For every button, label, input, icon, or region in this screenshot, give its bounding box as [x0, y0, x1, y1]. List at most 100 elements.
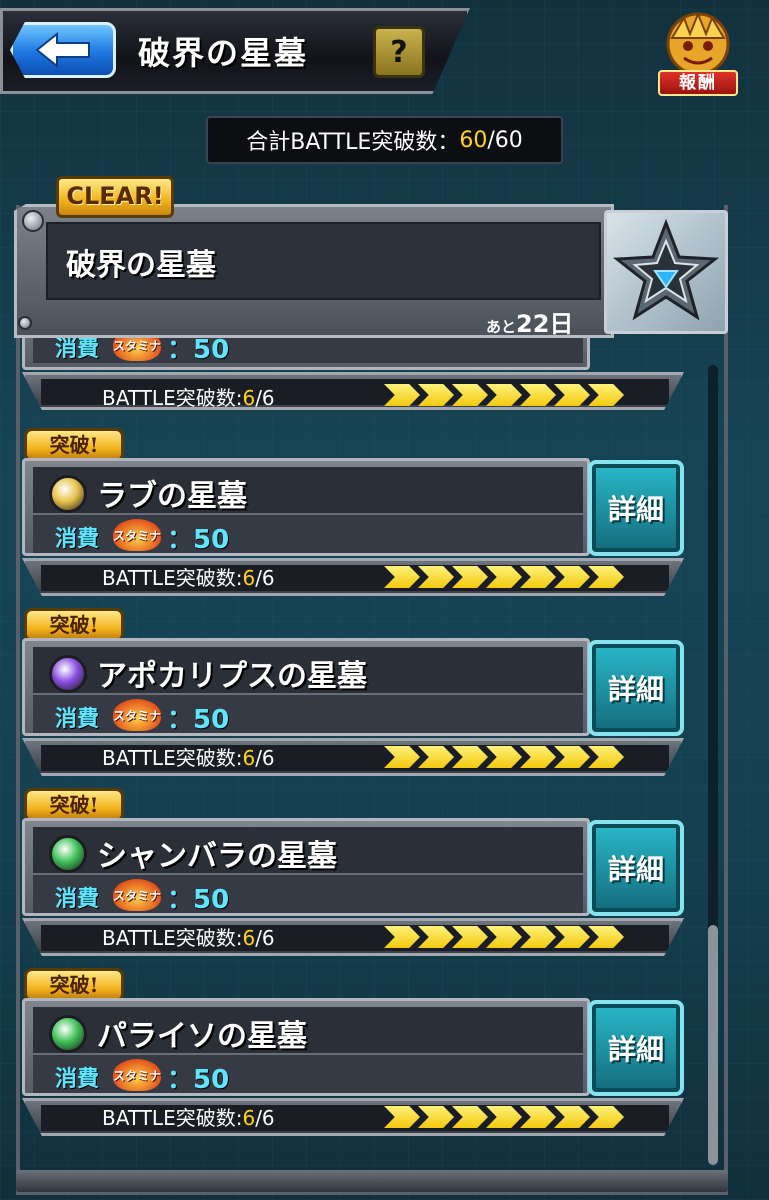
progress-chevron — [384, 384, 420, 406]
progress-total: /6 — [255, 386, 275, 410]
cost-value: ：50 — [167, 885, 230, 915]
back-button[interactable] — [10, 22, 116, 78]
stage-card[interactable]: アポカリプスの星墓 消費 スタミナ ：50 詳細 BATTLE突破数:6/6 — [22, 638, 684, 776]
days-value: 22日 — [516, 310, 574, 338]
progress-chevron — [554, 384, 590, 406]
partial-stage-card[interactable]: 消費 スタミナ ：50 BATTLE突破数:6/6 — [22, 290, 684, 411]
cost-value: ：50 — [167, 525, 230, 555]
progress-chevron — [418, 566, 454, 588]
stage-card-body: パライソの星墓 消費 スタミナ ：50 — [22, 998, 590, 1096]
progress-total: /6 — [255, 926, 275, 950]
progress-chevrons — [384, 566, 634, 588]
progress-chevron — [452, 926, 488, 948]
days-prefix: あと — [486, 318, 517, 336]
days-remaining: あと22日 — [486, 304, 573, 339]
progress-chevron — [588, 1106, 624, 1128]
progress-chevron — [588, 384, 624, 406]
progress-prefix: BATTLE突破数: — [102, 746, 243, 770]
reward-label: 報酬 — [658, 70, 738, 96]
light-element-icon — [49, 475, 87, 513]
progress-chevron — [384, 1106, 420, 1128]
progress-chevron — [486, 746, 522, 768]
progress-chevron — [588, 926, 624, 948]
panel-bottom-rail — [16, 1170, 728, 1192]
progress-chevrons — [384, 926, 634, 948]
progress-chevron — [418, 1106, 454, 1128]
progress-chevron — [452, 746, 488, 768]
reward-button[interactable]: 報酬 — [650, 8, 746, 100]
header: 破界の星墓 ? 報酬 — [0, 0, 769, 100]
detail-button[interactable]: 詳細 — [588, 460, 684, 556]
progress-current: 6 — [242, 1106, 256, 1130]
progress-text: BATTLE突破数:6/6 — [102, 1102, 275, 1131]
stage-card[interactable]: ラブの星墓 消費 スタミナ ：50 詳細 BATTLE突破数:6/6 — [22, 458, 684, 596]
progress-prefix: BATTLE突破数: — [102, 1106, 243, 1130]
stamina-icon: スタミナ — [113, 1059, 161, 1091]
chevron-track — [384, 1106, 634, 1128]
breakthrough-badge: 突破! — [24, 788, 124, 822]
progress-chevron — [452, 566, 488, 588]
stage-card-body: シャンバラの星墓 消費 スタミナ ：50 — [22, 818, 590, 916]
detail-button[interactable]: 詳細 — [588, 820, 684, 916]
stamina-icon: スタミナ — [113, 519, 161, 551]
progress-chevron — [384, 566, 420, 588]
stage-card-body: ラブの星墓 消費 スタミナ ：50 — [22, 458, 590, 556]
progress-prefix: BATTLE突破数: — [102, 926, 243, 950]
cost-value: ：50 — [167, 1065, 230, 1095]
breakthrough-badge: 突破! — [24, 608, 124, 642]
progress-chevron — [418, 926, 454, 948]
scrollbar[interactable] — [708, 365, 718, 1165]
progress-text: BATTLE突破数:6/6 — [102, 742, 275, 771]
clear-badge: CLEAR! — [56, 176, 174, 218]
progress-chevron — [520, 384, 556, 406]
progress-total: /6 — [255, 566, 275, 590]
cost-label: 消費 — [55, 1067, 100, 1092]
back-arrow-icon — [35, 32, 90, 68]
stage-card[interactable]: パライソの星墓 消費 スタミナ ：50 詳細 BATTLE突破数:6/6 — [22, 998, 684, 1136]
progress-chevron — [384, 926, 420, 948]
total-breakthrough-count: 合計BATTLE突破数： 60 / 60 — [206, 116, 563, 164]
progress-chevron — [452, 384, 488, 406]
chevron-track — [384, 746, 634, 768]
chevron-track — [384, 384, 634, 406]
progress-chevron — [384, 746, 420, 768]
detail-button[interactable]: 詳細 — [588, 1000, 684, 1096]
progress-text: BATTLE突破数:6/6 — [102, 922, 275, 951]
detail-button[interactable]: 詳細 — [588, 640, 684, 736]
progress-prefix: BATTLE突破数: — [102, 566, 243, 590]
progress-chevron — [418, 746, 454, 768]
cost-label: 消費 — [55, 707, 100, 732]
progress-chevron — [486, 566, 522, 588]
wood-element-icon — [49, 1015, 87, 1053]
wood-element-icon — [49, 835, 87, 873]
help-button[interactable]: ? — [373, 26, 425, 78]
progress-chevron — [520, 746, 556, 768]
scroll-thumb[interactable] — [708, 925, 718, 1165]
breakthrough-badge: 突破! — [24, 428, 124, 462]
stamina-icon: スタミナ — [113, 879, 161, 911]
progress-chevrons — [384, 1106, 634, 1128]
progress-chevron — [418, 384, 454, 406]
progress-chevron — [588, 566, 624, 588]
progress-current: 6 — [242, 926, 256, 950]
chevron-track — [384, 926, 634, 948]
progress-total: /6 — [255, 1106, 275, 1130]
stage-name: シャンバラの星墓 — [97, 839, 337, 874]
total-separator: / — [487, 127, 495, 153]
cost-label: 消費 — [55, 527, 100, 552]
progress-chevron — [520, 1106, 556, 1128]
stage-card[interactable]: シャンバラの星墓 消費 スタミナ ：50 詳細 BATTLE突破数:6/6 — [22, 818, 684, 956]
progress-chevron — [520, 926, 556, 948]
page-title: 破界の星墓 — [138, 34, 309, 72]
progress-chevron — [588, 746, 624, 768]
progress-chevron — [520, 566, 556, 588]
progress-chevron — [554, 1106, 590, 1128]
progress-chevrons — [384, 384, 634, 406]
breakthrough-badge: 突破! — [24, 968, 124, 1002]
dark-element-icon — [49, 655, 87, 693]
stage-card-body: アポカリプスの星墓 消費 スタミナ ：50 — [22, 638, 590, 736]
featured-title: 破界の星墓 — [66, 248, 216, 283]
featured-stage-card[interactable]: 破界の星墓 あと22日 — [14, 204, 728, 338]
chevron-track — [384, 566, 634, 588]
progress-text: BATTLE突破数:6/6 — [102, 382, 275, 411]
